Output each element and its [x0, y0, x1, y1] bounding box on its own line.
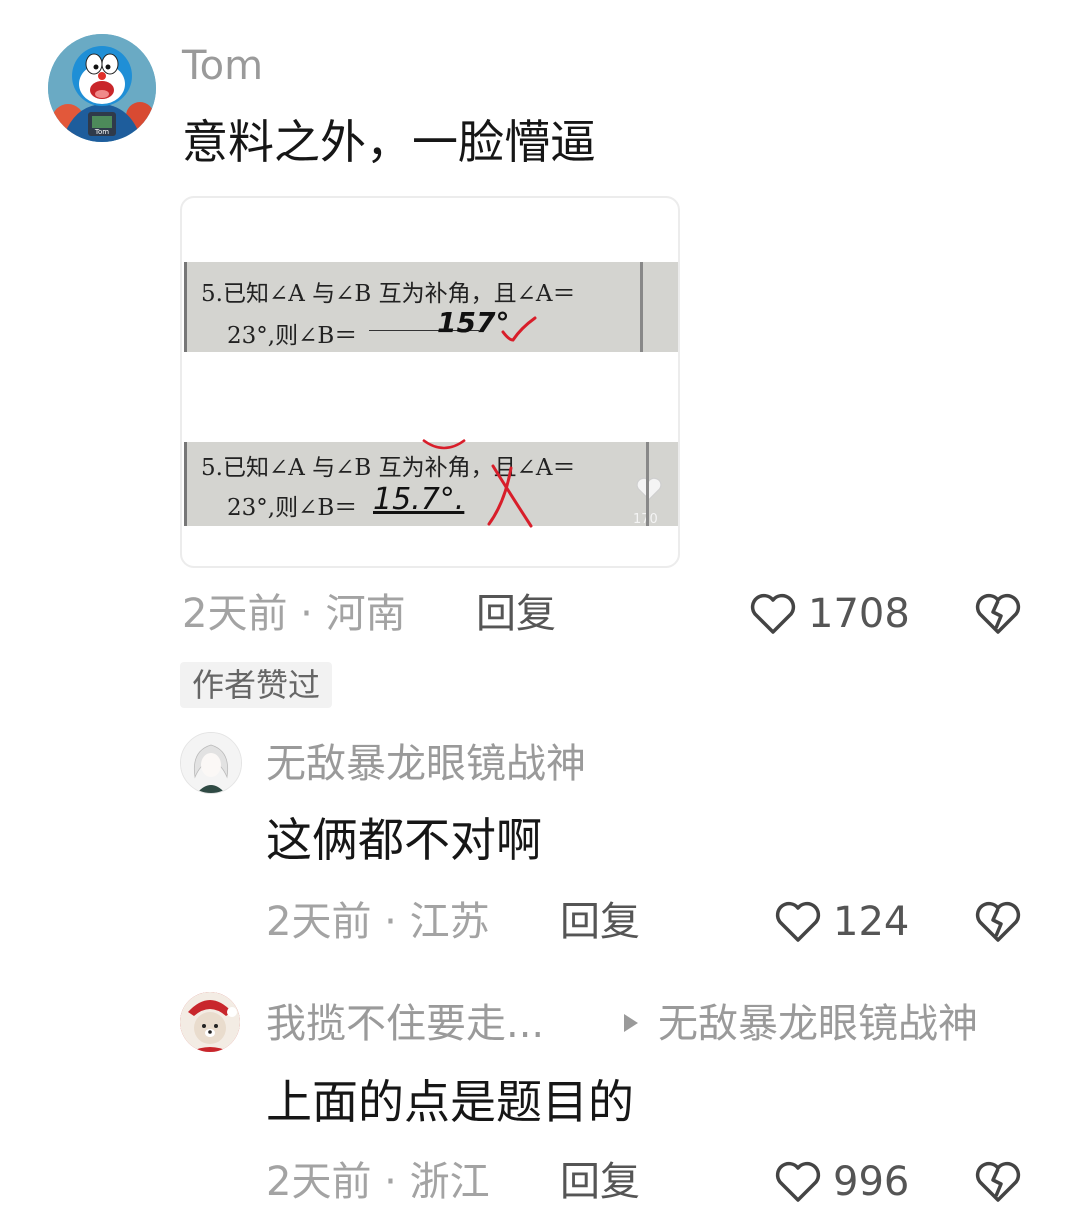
red-circle-mark-icon — [422, 438, 466, 450]
reply-meta: 2天前 · 江苏 — [266, 899, 490, 945]
page-edge — [646, 442, 649, 526]
broken-heart-icon[interactable] — [974, 900, 1022, 944]
like-count: 996 — [833, 1159, 910, 1205]
broken-heart-icon[interactable] — [974, 592, 1022, 636]
reply-username[interactable]: 无敌暴龙眼镜战神 — [266, 738, 586, 790]
red-cross-icon — [487, 464, 533, 528]
reply-text: 这俩都不对啊 — [266, 813, 542, 867]
reply-meta: 2天前 · 浙江 — [266, 1159, 490, 1205]
teddy-bear-avatar-icon — [180, 992, 240, 1052]
play-triangle-icon — [624, 1014, 638, 1032]
broken-heart-icon[interactable] — [974, 1160, 1022, 1204]
worksheet-photo-bottom: 5.已知∠A 与∠B 互为补角，且∠A＝ 23°,则∠B＝ 15.7°. 170 — [184, 438, 678, 528]
like-count: 1708 — [808, 591, 910, 637]
worksheet-photo-top: 5.已知∠A 与∠B 互为补角，且∠A＝ 23°,则∠B＝ 157° — [184, 262, 678, 352]
question-text-line1: 5.已知∠A 与∠B 互为补角，且∠A＝ — [201, 281, 576, 307]
heart-outline-icon[interactable] — [774, 1160, 822, 1204]
heart-outline-icon[interactable] — [774, 900, 822, 944]
avatar-tom[interactable]: Tom — [48, 34, 156, 142]
red-check-icon — [501, 316, 537, 342]
comment-username[interactable]: Tom — [182, 42, 263, 90]
author-liked-badge: 作者赞过 — [180, 662, 333, 708]
handwritten-answer: 15.7°. — [373, 482, 465, 517]
comment-image-attachment[interactable]: 5.已知∠A 与∠B 互为补角，且∠A＝ 23°,则∠B＝ 157° 5.已知∠… — [180, 196, 680, 568]
doraemon-avatar-icon: Tom — [48, 34, 156, 142]
page-edge — [640, 262, 643, 352]
reply-button[interactable]: 回复 — [560, 1156, 640, 1208]
heart-filled-icon[interactable] — [635, 476, 663, 502]
question-text-line2: 23°,则∠B＝ — [227, 323, 358, 349]
reply-to-username[interactable]: 无敌暴龙眼镜战神 — [658, 998, 978, 1050]
heart-outline-icon[interactable] — [749, 592, 797, 636]
question-text-line2: 23°,则∠B＝ — [227, 495, 358, 521]
reply-username[interactable]: 我揽不住要走... — [266, 998, 544, 1050]
comment-text: 意料之外，一脸懵逼 — [182, 115, 596, 169]
like-count: 124 — [833, 899, 910, 945]
reply-button[interactable]: 回复 — [476, 588, 556, 640]
svg-text:Tom: Tom — [94, 128, 109, 136]
comment-meta: 2天前 · 河南 — [182, 591, 406, 637]
reply-text: 上面的点是题目的 — [266, 1075, 634, 1129]
anime-girl-avatar-icon — [181, 733, 241, 793]
avatar-reply-1[interactable] — [180, 732, 242, 794]
avatar-reply-2[interactable] — [180, 992, 240, 1052]
reply-button[interactable]: 回复 — [560, 896, 640, 948]
